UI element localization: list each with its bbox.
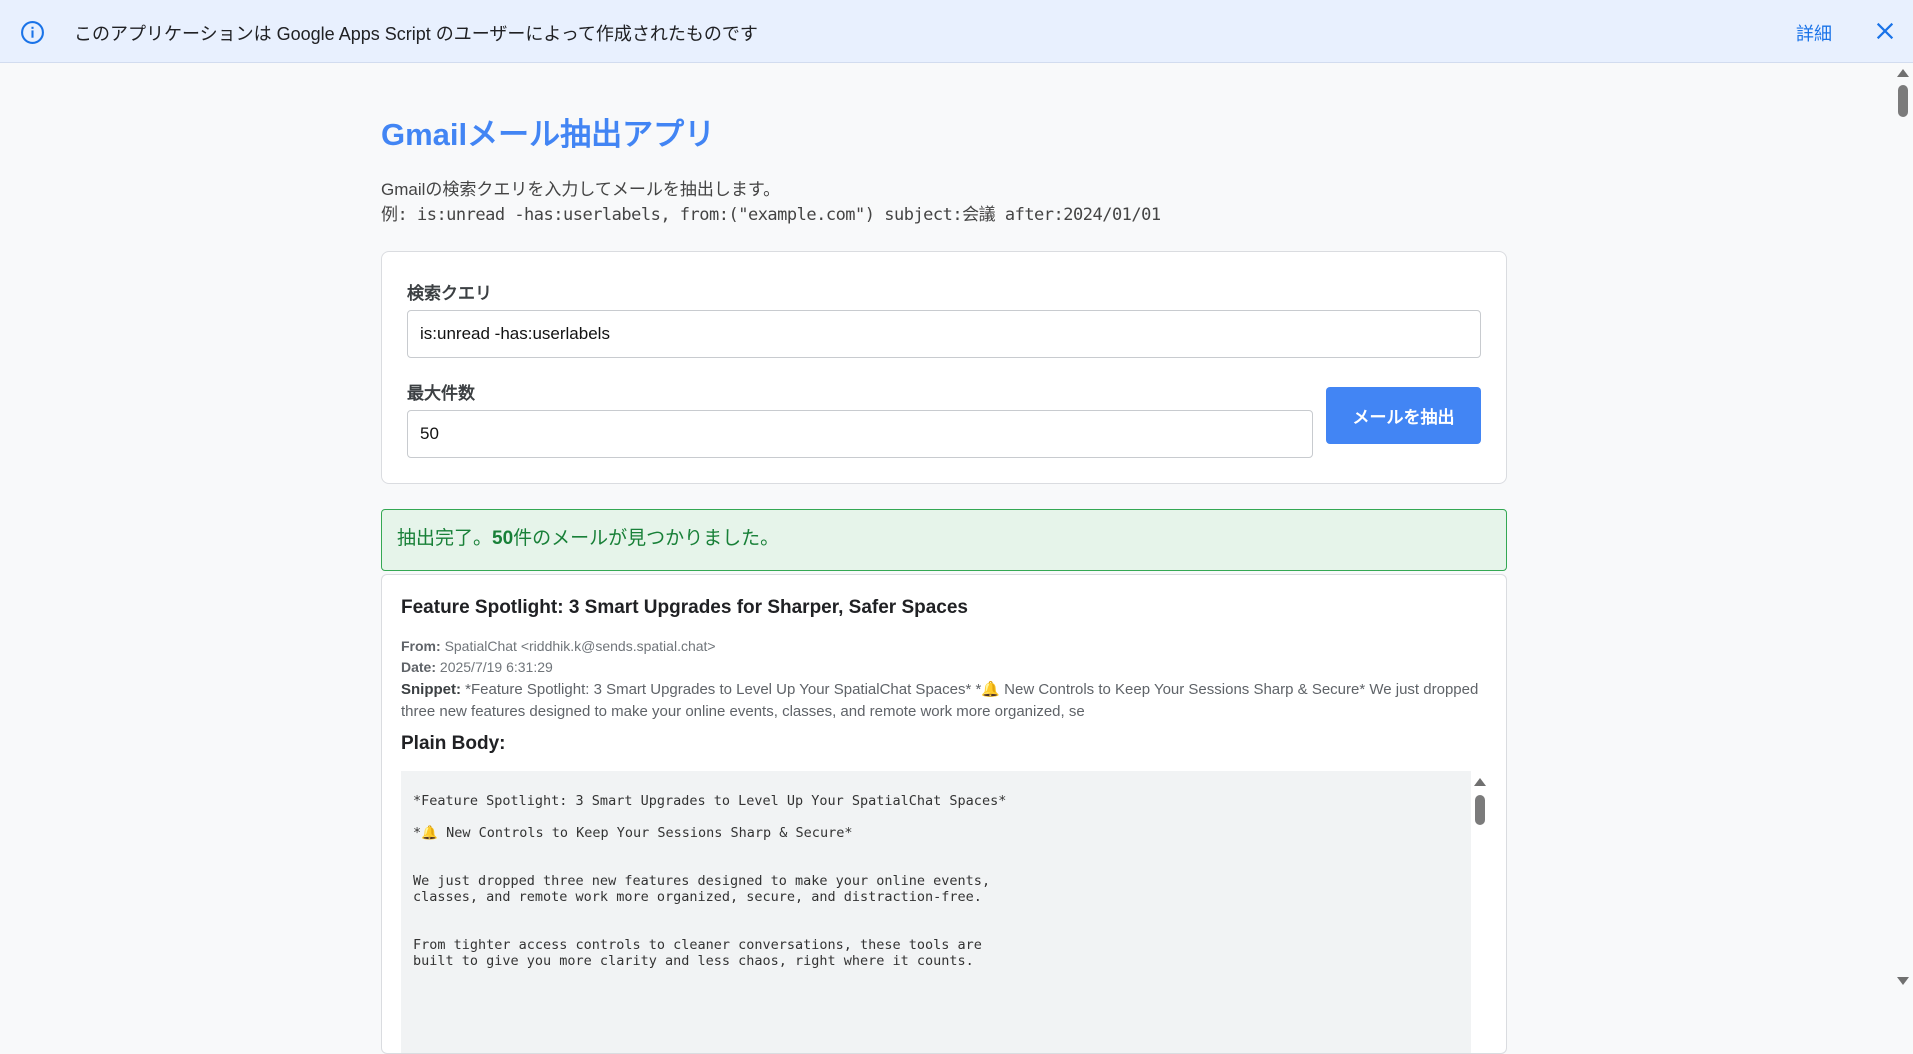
search-form: 検索クエリ is:unread -has:userlabels 最大件数 50 … [381, 251, 1507, 484]
query-input[interactable]: is:unread -has:userlabels [407, 310, 1481, 358]
scroll-down-arrow-icon[interactable] [1897, 977, 1909, 985]
max-count-label: 最大件数 [407, 384, 475, 403]
scroll-up-arrow-icon[interactable] [1897, 69, 1909, 77]
email-from: From: SpatialChat <riddhik.k@sends.spati… [401, 638, 716, 654]
app-description: Gmailの検索クエリを入力してメールを抽出します。 [381, 180, 781, 199]
query-label: 検索クエリ [407, 284, 492, 303]
body-scroll-thumb[interactable] [1475, 795, 1485, 825]
date-value: 2025/7/19 6:31:29 [439, 659, 553, 675]
from-value: SpatialChat <riddhik.k@sends.spatial.cha… [444, 638, 716, 654]
status-count: 50 [492, 528, 514, 549]
close-icon[interactable] [1874, 20, 1896, 42]
query-example: 例: is:unread -has:userlabels, from:("exa… [381, 205, 1161, 225]
page-title: Gmailメール抽出アプリ [381, 117, 716, 152]
body-scroll-up-icon[interactable] [1474, 778, 1486, 786]
page-scrollbar[interactable] [1893, 63, 1913, 987]
banner-text: このアプリケーションは Google Apps Script のユーザーによって… [74, 24, 758, 44]
status-message: 抽出完了。50件のメールが見つかりました。 [381, 509, 1507, 571]
info-icon [21, 21, 44, 44]
email-result-card: Feature Spotlight: 3 Smart Upgrades for … [381, 574, 1507, 1054]
date-label: Date: [401, 659, 437, 675]
email-subject: Feature Spotlight: 3 Smart Upgrades for … [401, 597, 968, 618]
snippet-label: Snippet: [401, 681, 461, 698]
plain-body-text[interactable]: *Feature Spotlight: 3 Smart Upgrades to … [401, 771, 1471, 1053]
plain-body-heading: Plain Body: [401, 733, 506, 754]
details-link[interactable]: 詳細 [1796, 20, 1832, 46]
page-scroll-thumb[interactable] [1898, 85, 1908, 117]
status-suffix: 件のメールが見つかりました。 [513, 528, 780, 549]
max-count-input[interactable]: 50 [407, 410, 1313, 458]
status-prefix: 抽出完了。 [397, 528, 493, 549]
extract-button[interactable]: メールを抽出 [1326, 387, 1481, 444]
from-label: From: [401, 638, 441, 654]
apps-script-banner: このアプリケーションは Google Apps Script のユーザーによって… [0, 0, 1913, 63]
snippet-value: *Feature Spotlight: 3 Smart Upgrades to … [401, 681, 1479, 720]
email-date: Date: 2025/7/19 6:31:29 [401, 659, 553, 675]
email-snippet: Snippet: *Feature Spotlight: 3 Smart Upg… [401, 679, 1486, 723]
